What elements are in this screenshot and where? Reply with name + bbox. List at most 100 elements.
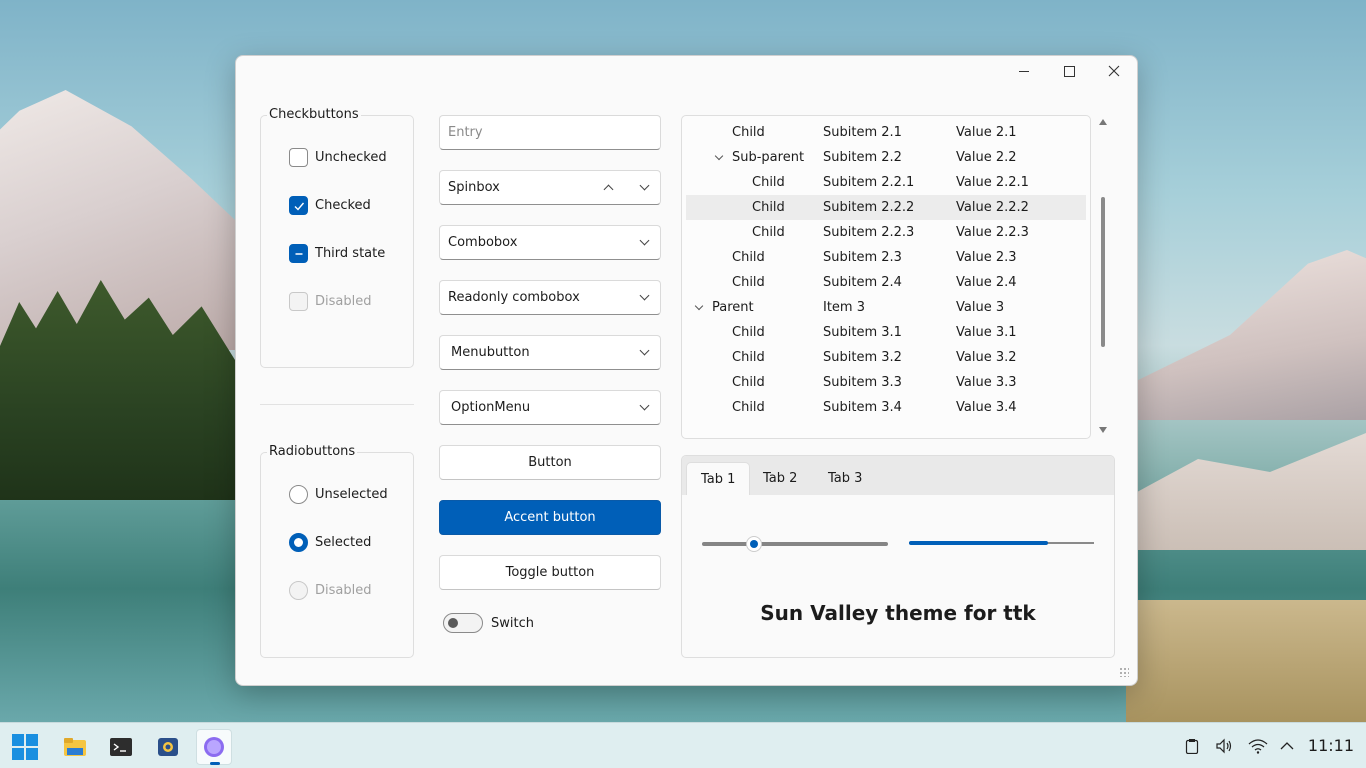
- scroll-up-arrow-icon[interactable]: [1099, 119, 1107, 125]
- switch-control[interactable]: Switch: [443, 613, 534, 633]
- radiobuttons-frame: Radiobuttons Unselected Selected Disable…: [260, 444, 414, 658]
- radio-circle[interactable]: [289, 485, 308, 504]
- optionmenu[interactable]: OptionMenu: [439, 390, 661, 425]
- volume-icon[interactable]: [1212, 723, 1236, 768]
- checkbox-label: Unchecked: [315, 150, 387, 165]
- tree-item: Subitem 2.4: [823, 275, 902, 290]
- table-row[interactable]: Child Subitem 3.3 Value 3.3: [686, 370, 1086, 395]
- minimize-button[interactable]: [1001, 56, 1047, 86]
- table-row[interactable]: Parent Item 3 Value 3: [686, 295, 1086, 320]
- clock[interactable]: 11:11: [1308, 736, 1354, 755]
- terminal-icon[interactable]: [103, 729, 139, 765]
- slider-handle[interactable]: [746, 536, 763, 552]
- treeview[interactable]: Child Subitem 2.1 Value 2.1 Sub-parent S…: [681, 115, 1091, 439]
- tab-3[interactable]: Tab 3: [814, 462, 876, 495]
- chevron-down-icon[interactable]: [714, 151, 724, 161]
- radio-disabled: Disabled: [289, 581, 371, 600]
- checkbox-disabled: Disabled: [289, 292, 371, 311]
- readonly-combobox[interactable]: Readonly combobox: [439, 280, 661, 315]
- start-icon[interactable]: [7, 729, 43, 765]
- tree-item: Subitem 2.3: [823, 250, 902, 265]
- tree-item: Subitem 3.3: [823, 375, 902, 390]
- checkbox-box[interactable]: [289, 244, 308, 263]
- checkbox-third-state[interactable]: Third state: [289, 244, 385, 263]
- checkbox-label: Third state: [315, 246, 386, 261]
- close-icon: [1108, 65, 1120, 77]
- tree-item: Subitem 2.1: [823, 125, 902, 140]
- table-row[interactable]: Child Subitem 2.2.1 Value 2.2.1: [686, 170, 1086, 195]
- table-row[interactable]: Child Subitem 2.1 Value 2.1: [686, 120, 1086, 145]
- checkbox-box: [289, 292, 308, 311]
- toggle-button[interactable]: Toggle button: [439, 555, 661, 590]
- checkbox-label: Disabled: [315, 294, 372, 309]
- scrollbar-thumb[interactable]: [1101, 197, 1105, 347]
- entry-placeholder: Entry: [448, 125, 483, 140]
- chevron-up-icon[interactable]: [1276, 723, 1298, 768]
- notebook: Tab 1 Tab 2 Tab 3 Sun Valley theme for t…: [681, 455, 1115, 658]
- wifi-icon[interactable]: [1245, 723, 1271, 768]
- resize-grip[interactable]: [1119, 667, 1129, 677]
- scale-slider[interactable]: [702, 536, 888, 552]
- button[interactable]: Button: [439, 445, 661, 480]
- taskbar: 11:11: [0, 722, 1366, 768]
- tree-value: Value 3.2: [956, 350, 1017, 365]
- combobox[interactable]: Combobox: [439, 225, 661, 260]
- table-row[interactable]: Sub-parent Subitem 2.2 Value 2.2: [686, 145, 1086, 170]
- menubutton-label: Menubutton: [451, 345, 530, 360]
- scroll-down-arrow-icon[interactable]: [1099, 427, 1107, 433]
- chevron-down-icon[interactable]: [639, 290, 650, 301]
- chevron-down-icon[interactable]: [639, 180, 650, 191]
- radio-label: Selected: [315, 535, 372, 550]
- switch-toggle[interactable]: [443, 613, 483, 633]
- tree-name: Child: [732, 125, 765, 140]
- wallpaper-grass: [1126, 600, 1366, 722]
- checkmark-icon: [294, 202, 304, 211]
- tree-item: Subitem 2.2: [823, 150, 902, 165]
- wallpaper-dunes: [1126, 433, 1366, 550]
- entry-field[interactable]: Entry: [439, 115, 661, 150]
- tree-value: Value 3.4: [956, 400, 1017, 415]
- chevron-down-icon[interactable]: [694, 301, 704, 311]
- checkbox-label: Checked: [315, 198, 371, 213]
- file-explorer-icon[interactable]: [57, 729, 93, 765]
- tab-1[interactable]: Tab 1: [686, 462, 751, 495]
- table-row[interactable]: Child Subitem 3.2 Value 3.2: [686, 345, 1086, 370]
- app-circle-icon[interactable]: [196, 729, 232, 765]
- chevron-down-icon[interactable]: [639, 235, 650, 246]
- tree-value: Value 2.1: [956, 125, 1017, 140]
- clipboard-icon[interactable]: [1180, 723, 1204, 768]
- tree-value: Value 2.2.3: [956, 225, 1029, 240]
- table-row[interactable]: Child Subitem 2.4 Value 2.4: [686, 270, 1086, 295]
- tree-item: Subitem 3.4: [823, 400, 902, 415]
- tree-name: Child: [732, 400, 765, 415]
- app-window: Checkbuttons Unchecked Checked Third sta…: [235, 55, 1138, 686]
- table-row[interactable]: Child Subitem 2.3 Value 2.3: [686, 245, 1086, 270]
- dash-icon: [295, 252, 302, 255]
- maximize-button[interactable]: [1046, 56, 1092, 86]
- table-row[interactable]: Child Subitem 2.2.3 Value 2.2.3: [686, 220, 1086, 245]
- table-row[interactable]: Child Subitem 3.1 Value 3.1: [686, 320, 1086, 345]
- tab-2[interactable]: Tab 2: [749, 462, 811, 495]
- checkbox-box[interactable]: [289, 196, 308, 215]
- radio-selected[interactable]: Selected: [289, 533, 371, 552]
- table-row[interactable]: Child Subitem 3.4 Value 3.4: [686, 395, 1086, 420]
- table-row-selected[interactable]: Child Subitem 2.2.2 Value 2.2.2: [686, 195, 1086, 220]
- menubutton[interactable]: Menubutton: [439, 335, 661, 370]
- accent-button[interactable]: Accent button: [439, 500, 661, 535]
- checkbuttons-title: Checkbuttons: [267, 107, 361, 122]
- separator: [260, 404, 414, 405]
- radio-unselected[interactable]: Unselected: [289, 485, 388, 504]
- close-button[interactable]: [1091, 56, 1137, 86]
- chevron-down-icon: [639, 345, 650, 356]
- python-idle-icon[interactable]: [150, 729, 186, 765]
- tree-item: Subitem 2.2.2: [823, 200, 915, 215]
- checkbox-checked[interactable]: Checked: [289, 196, 371, 215]
- radio-circle[interactable]: [289, 533, 308, 552]
- spinbox[interactable]: Spinbox: [439, 170, 661, 205]
- tree-value: Value 2.4: [956, 275, 1017, 290]
- tree-scrollbar[interactable]: [1097, 115, 1109, 439]
- checkbox-unchecked[interactable]: Unchecked: [289, 148, 387, 167]
- tree-value: Value 2.2.1: [956, 175, 1029, 190]
- checkbox-box[interactable]: [289, 148, 308, 167]
- chevron-up-icon[interactable]: [603, 184, 614, 195]
